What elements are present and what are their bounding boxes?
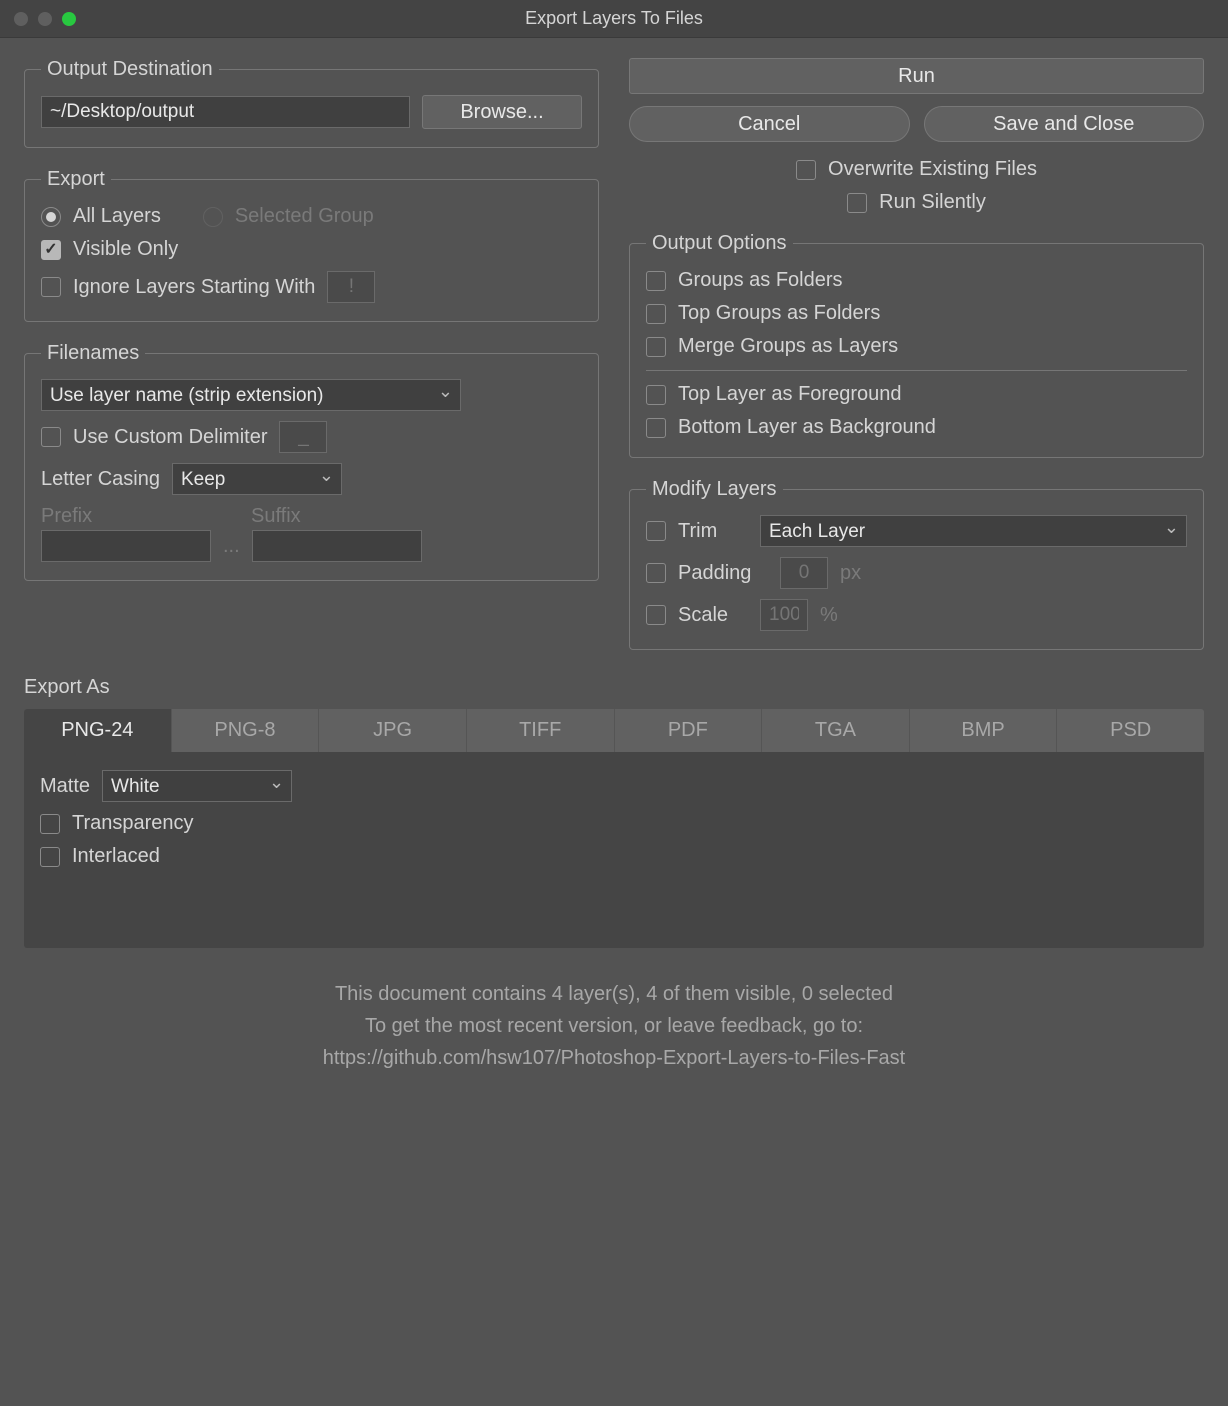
transparency-label: Transparency <box>72 812 194 835</box>
run-silently-label: Run Silently <box>879 191 986 214</box>
titlebar: Export Layers To Files <box>0 0 1228 38</box>
merge-groups-label: Merge Groups as Layers <box>678 335 898 358</box>
trim-checkbox[interactable] <box>646 521 666 541</box>
prefix-input[interactable] <box>41 530 211 562</box>
top-groups-as-folders-label: Top Groups as Folders <box>678 302 880 325</box>
save-close-button[interactable]: Save and Close <box>924 106 1205 142</box>
padding-input[interactable] <box>780 557 828 589</box>
close-icon[interactable] <box>14 12 28 26</box>
interlaced-checkbox[interactable] <box>40 847 60 867</box>
bottom-layer-bg-checkbox[interactable] <box>646 418 666 438</box>
footer: This document contains 4 layer(s), 4 of … <box>0 948 1228 1094</box>
tab-bmp[interactable]: BMP <box>910 709 1058 752</box>
selected-group-label: Selected Group <box>235 205 374 228</box>
tab-png8[interactable]: PNG-8 <box>172 709 320 752</box>
letter-casing-label: Letter Casing <box>41 468 160 491</box>
tab-tga[interactable]: TGA <box>762 709 910 752</box>
footer-line2: To get the most recent version, or leave… <box>40 1010 1188 1042</box>
filenames-group: Filenames Use layer name (strip extensio… <box>24 342 599 581</box>
modify-layers-group: Modify Layers Trim Each Layer Padding px… <box>629 478 1204 650</box>
top-layer-fg-label: Top Layer as Foreground <box>678 383 901 406</box>
suffix-input[interactable] <box>252 530 422 562</box>
ignore-prefix-label: Ignore Layers Starting With <box>73 276 315 299</box>
maximize-icon[interactable] <box>62 12 76 26</box>
export-group: Export All Layers Selected Group Visible… <box>24 168 599 322</box>
tab-jpg[interactable]: JPG <box>319 709 467 752</box>
custom-delimiter-label: Use Custom Delimiter <box>73 426 267 449</box>
tab-pdf[interactable]: PDF <box>615 709 763 752</box>
top-groups-as-folders-checkbox[interactable] <box>646 304 666 324</box>
scale-checkbox[interactable] <box>646 605 666 625</box>
ignore-prefix-checkbox[interactable] <box>41 277 61 297</box>
interlaced-label: Interlaced <box>72 845 160 868</box>
custom-delimiter-input[interactable] <box>279 421 327 453</box>
merge-groups-checkbox[interactable] <box>646 337 666 357</box>
trim-label: Trim <box>678 520 748 543</box>
tab-psd[interactable]: PSD <box>1057 709 1204 752</box>
output-options-group: Output Options Groups as Folders Top Gro… <box>629 232 1204 458</box>
transparency-checkbox[interactable] <box>40 814 60 834</box>
overwrite-checkbox[interactable] <box>796 160 816 180</box>
ignore-prefix-input[interactable] <box>327 271 375 303</box>
footer-line1: This document contains 4 layer(s), 4 of … <box>40 978 1188 1010</box>
selected-group-radio <box>203 207 223 227</box>
top-layer-fg-checkbox[interactable] <box>646 385 666 405</box>
scale-label: Scale <box>678 604 748 627</box>
letter-casing-select[interactable]: Keep <box>172 463 342 495</box>
all-layers-label: All Layers <box>73 205 161 228</box>
ellipsis: ... <box>223 535 240 558</box>
matte-select[interactable]: White <box>102 770 292 802</box>
window-title: Export Layers To Files <box>0 8 1228 29</box>
tab-tiff[interactable]: TIFF <box>467 709 615 752</box>
modify-layers-legend: Modify Layers <box>646 478 783 501</box>
prefix-label: Prefix <box>41 505 211 528</box>
browse-button[interactable]: Browse... <box>422 95 582 129</box>
export-as-tabs: PNG-24 PNG-8 JPG TIFF PDF TGA BMP PSD <box>24 709 1204 752</box>
groups-as-folders-checkbox[interactable] <box>646 271 666 291</box>
tab-png24[interactable]: PNG-24 <box>24 709 172 752</box>
overwrite-label: Overwrite Existing Files <box>828 158 1037 181</box>
trim-mode-select[interactable]: Each Layer <box>760 515 1187 547</box>
visible-only-checkbox[interactable] <box>41 240 61 260</box>
scale-unit: % <box>820 604 838 627</box>
output-destination-group: Output Destination Browse... <box>24 58 599 148</box>
custom-delimiter-checkbox[interactable] <box>41 427 61 447</box>
naming-select[interactable]: Use layer name (strip extension) <box>41 379 461 411</box>
export-as-label: Export As <box>24 676 1204 699</box>
padding-label: Padding <box>678 562 768 585</box>
output-options-legend: Output Options <box>646 232 793 255</box>
padding-unit: px <box>840 562 861 585</box>
output-destination-legend: Output Destination <box>41 58 219 81</box>
run-silently-checkbox[interactable] <box>847 193 867 213</box>
export-legend: Export <box>41 168 111 191</box>
run-button[interactable]: Run <box>629 58 1204 94</box>
suffix-label: Suffix <box>251 505 301 528</box>
scale-input[interactable] <box>760 599 808 631</box>
output-path-input[interactable] <box>41 96 410 128</box>
cancel-button[interactable]: Cancel <box>629 106 910 142</box>
export-as-body: Matte White Transparency Interlaced <box>24 752 1204 948</box>
groups-as-folders-label: Groups as Folders <box>678 269 843 292</box>
filenames-legend: Filenames <box>41 342 145 365</box>
footer-line3: https://github.com/hsw107/Photoshop-Expo… <box>40 1042 1188 1074</box>
bottom-layer-bg-label: Bottom Layer as Background <box>678 416 936 439</box>
minimize-icon[interactable] <box>38 12 52 26</box>
matte-label: Matte <box>40 775 90 798</box>
all-layers-radio[interactable] <box>41 207 61 227</box>
visible-only-label: Visible Only <box>73 238 178 261</box>
padding-checkbox[interactable] <box>646 563 666 583</box>
